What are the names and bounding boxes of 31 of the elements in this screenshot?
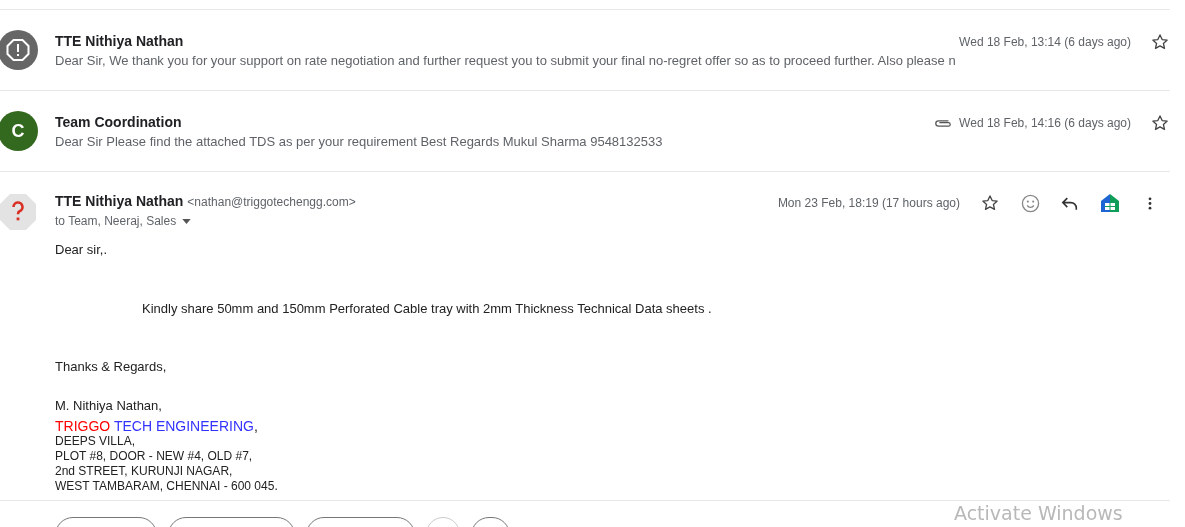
address-line: 2nd STREET, KURUNJI NAGAR,	[55, 464, 234, 479]
message-date: Wed 18 Feb, 13:14 (6 days ago)	[959, 35, 1131, 49]
sender-name: TTE Nithiya Nathan	[55, 32, 185, 49]
sender-email: <nathan@triggotechengg.com>	[187, 195, 356, 209]
star-icon[interactable]	[1150, 32, 1170, 52]
more-icon[interactable]	[1148, 196, 1152, 210]
recipients: to Team, Neeraj, Sales	[55, 214, 177, 228]
sender-name: TTE Nithiya Nathan	[55, 193, 184, 209]
star-icon[interactable]	[980, 193, 1000, 213]
star-icon[interactable]	[1150, 113, 1170, 133]
emoji-icon[interactable]	[1020, 193, 1040, 213]
greeting: Dear sir,.	[55, 242, 108, 257]
address-line: WEST TAMBARAM, CHENNAI - 600 045.	[55, 479, 279, 494]
avatar: C	[0, 111, 38, 151]
message-date: Wed 18 Feb, 14:16 (6 days ago)	[959, 116, 1131, 130]
closing-line: Thanks & Regards,	[55, 359, 168, 374]
signature-name: M. Nithiya Nathan,	[55, 398, 163, 413]
address-line: DEEPS VILLA,	[55, 434, 137, 449]
message-paragraph: Kindly share 50mm and 150mm Perforated Cable tray with 2mm Thickness Technical Data sheets .	[141, 301, 713, 316]
alert-avatar-icon	[0, 30, 38, 70]
message-date: Mon 23 Feb, 18:19 (17 hours ago)	[777, 196, 960, 210]
message-snippet: Dear Sir, We thank you for your support on rate negotiation and further request you to submit your final no-regret offer so as to proceed further. Also please n	[55, 52, 957, 68]
caret-icon[interactable]	[182, 218, 192, 224]
address-line: PLOT #8, DOOR - NEW #4, OLD #7,	[55, 449, 254, 464]
spreadsheet-icon[interactable]	[1100, 193, 1120, 213]
reply-icon[interactable]	[1061, 195, 1079, 211]
activation-notice: Activate Windows	[954, 502, 1123, 524]
sender-name: Team Coordination	[55, 113, 183, 130]
unknown-sender-icon	[0, 192, 38, 232]
message-snippet: Dear Sir Please find the attached TDS as per your requirement Best Regards Mukul Sharma 9548132533	[55, 133, 664, 149]
company-name: TRIGGO TECH ENGINEERING,	[55, 418, 259, 434]
